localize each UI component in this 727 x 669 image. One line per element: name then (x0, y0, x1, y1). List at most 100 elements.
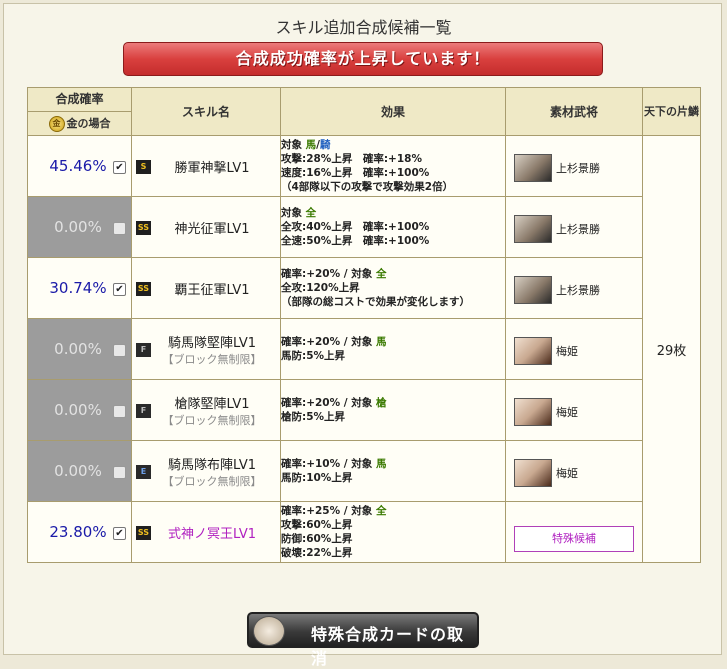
general-portrait (514, 154, 552, 182)
effect-line: 確率:+20% / 対象 全 (281, 267, 505, 281)
effect-line: 対象 全 (281, 206, 505, 220)
candidate-row: 45.46% ✔ S 勝軍神撃LV1 対象 馬/騎 攻撃:28%上昇 確率:+18… (27, 135, 701, 563)
header-rate-sub: 金金の場合 (28, 112, 131, 135)
effect-text: 馬 (375, 458, 387, 470)
material-general-name: 梅姫 (556, 406, 578, 419)
effect-line: 攻撃:60%上昇 (281, 518, 505, 532)
effect-text: 攻撃:28%上昇 確率:+18% (281, 153, 422, 165)
candidate-row: 0.00% F 槍隊堅陣LV1 【ブロック無制限】 確率:+20% / 対象 槍… (27, 379, 701, 441)
page-title: スキル追加合成候補一覧 (275, 18, 452, 37)
rate-cell: 0.00% (27, 379, 132, 441)
skill-checkbox[interactable] (113, 344, 126, 357)
skill-name: 騎馬隊堅陣LV1 (168, 335, 256, 351)
skill-grade-badge: S (136, 160, 151, 174)
skill-cell: F 騎馬隊堅陣LV1 【ブロック無制限】 (131, 318, 281, 380)
material-cell: 上杉景勝 (505, 135, 643, 197)
skill-name: 槍隊堅陣LV1 (174, 396, 250, 412)
special-candidate-button[interactable]: 特殊候補 (514, 526, 634, 552)
gold-coin-icon: 金 (48, 116, 65, 132)
effect-text: 馬防:5%上昇 (281, 350, 346, 362)
skill-cell: S 勝軍神撃LV1 (131, 135, 281, 197)
effect-line: 全速:50%上昇 確率:+100% (281, 234, 505, 248)
effect-text: 馬 (375, 336, 387, 348)
block-unlimited-note: 【ブロック無制限】 (162, 413, 262, 427)
skill-grade-badge: SS (136, 526, 151, 540)
general-portrait (514, 215, 552, 243)
candidate-row: 23.80% ✔ SS 式神ノ冥王LV1 確率:+25% / 対象 全攻撃:60… (27, 501, 701, 563)
material-cell: 上杉景勝 (505, 257, 643, 319)
effect-line: 馬防:10%上昇 (281, 471, 505, 485)
effect-text: （部隊の総コストで効果が変化します） (281, 296, 470, 308)
skill-checkbox[interactable]: ✔ (113, 527, 126, 540)
header-material: 素材武将 (505, 87, 643, 136)
effect-line: 確率:+10% / 対象 馬 (281, 457, 505, 471)
skill-grade-badge: E (136, 465, 151, 479)
skill-name: 神光征軍LV1 (174, 221, 250, 237)
candidate-row: 0.00% SS 神光征軍LV1 対象 全全攻:40%上昇 確率:+100% 全速… (27, 196, 701, 258)
effect-text: 全攻:120%上昇 (281, 282, 360, 294)
candidate-table: 合成確率 金金の場合 スキル名 効果 素材武将 天下の片鱗 45.46% ✔ S… (27, 87, 701, 563)
effect-cell: 対象 馬/騎 攻撃:28%上昇 確率:+18% 速度:16%上昇 確率:+100% （… (280, 135, 506, 197)
effect-text: 確率:+20% / 対象 (281, 336, 376, 348)
effect-text: （4部隊以下の攻撃で攻撃効果2倍） (281, 181, 454, 193)
effect-line: 対象 馬/騎 (281, 138, 505, 152)
general-portrait (514, 337, 552, 365)
skill-cell: E 騎馬隊布陣LV1 【ブロック無制限】 (131, 440, 281, 502)
block-unlimited-note: 【ブロック無制限】 (162, 474, 262, 488)
effect-line: 馬防:5%上昇 (281, 349, 505, 363)
effect-line: 全攻:40%上昇 確率:+100% (281, 220, 505, 234)
effect-line: 確率:+20% / 対象 馬 (281, 335, 505, 349)
effect-text: 攻撃:60%上昇 (281, 519, 353, 531)
skill-checkbox[interactable]: ✔ (113, 283, 126, 296)
candidate-row: 30.74% ✔ SS 覇王征軍LV1 確率:+20% / 対象 全全攻:120… (27, 257, 701, 319)
skill-name: 式神ノ冥王LV1 (168, 526, 256, 542)
skill-checkbox[interactable] (113, 222, 126, 235)
effect-line: （部隊の総コストで効果が変化します） (281, 295, 505, 309)
general-portrait (514, 398, 552, 426)
material-general-name: 梅姫 (556, 467, 578, 480)
effect-text: 破壊:22%上昇 (281, 547, 353, 559)
effect-cell: 確率:+20% / 対象 槍槍防:5%上昇 (280, 379, 506, 441)
skill-cell: SS 神光征軍LV1 (131, 196, 281, 258)
effect-text: 対象 (281, 139, 306, 151)
cancel-special-card-button[interactable]: 特殊合成カードの取消 (247, 612, 479, 668)
header-kakera: 天下の片鱗 (642, 87, 701, 136)
skill-checkbox[interactable]: ✔ (113, 161, 126, 174)
effect-text: 馬 (305, 139, 317, 151)
effect-line: 攻撃:28%上昇 確率:+18% (281, 152, 505, 166)
skill-checkbox[interactable] (113, 466, 126, 479)
effect-text: 確率:+10% / 対象 (281, 458, 376, 470)
candidate-row: 0.00% F 騎馬隊堅陣LV1 【ブロック無制限】 確率:+20% / 対象 … (27, 318, 701, 380)
effect-text: 全 (305, 207, 317, 219)
cancel-special-card-label: 特殊合成カードの取消 (311, 625, 465, 668)
skill-grade-badge: SS (136, 221, 151, 235)
effect-text: 防御:60%上昇 (281, 533, 353, 545)
rate-cell: 0.00% (27, 440, 132, 502)
material-general-name: 上杉景勝 (556, 223, 600, 236)
rate-cell: 45.46% ✔ (27, 135, 132, 197)
effect-text: 槍 (375, 397, 387, 409)
effect-text: 確率:+20% / 対象 (281, 268, 376, 280)
skill-grade-badge: F (136, 343, 151, 357)
header-rate-sub-label: 金の場合 (66, 117, 111, 130)
effect-line: （4部隊以下の攻撃で攻撃効果2倍） (281, 180, 505, 194)
effect-line: 全攻:120%上昇 (281, 281, 505, 295)
effect-text: 全速:50%上昇 確率:+100% (281, 235, 430, 247)
effect-cell: 確率:+20% / 対象 馬馬防:5%上昇 (280, 318, 506, 380)
skill-name: 覇王征軍LV1 (174, 282, 250, 298)
skill-checkbox[interactable] (113, 405, 126, 418)
effect-text: 全 (375, 505, 387, 517)
material-general-name: 上杉景勝 (556, 284, 600, 297)
block-unlimited-note: 【ブロック無制限】 (162, 352, 262, 366)
effect-cell: 確率:+25% / 対象 全攻撃:60%上昇 防御:60%上昇 破壊:22%上昇 (280, 501, 506, 563)
rate-cell: 30.74% ✔ (27, 257, 132, 319)
header-skill: スキル名 (131, 87, 281, 136)
effect-line: 確率:+20% / 対象 槍 (281, 396, 505, 410)
material-cell: 上杉景勝 (505, 196, 643, 258)
effect-text: 速度:16%上昇 確率:+100% (281, 167, 430, 179)
rate-cell: 0.00% (27, 318, 132, 380)
skill-grade-badge: F (136, 404, 151, 418)
material-general-name: 上杉景勝 (556, 162, 600, 175)
effect-text: 全 (375, 268, 387, 280)
effect-line: 確率:+25% / 対象 全 (281, 504, 505, 518)
